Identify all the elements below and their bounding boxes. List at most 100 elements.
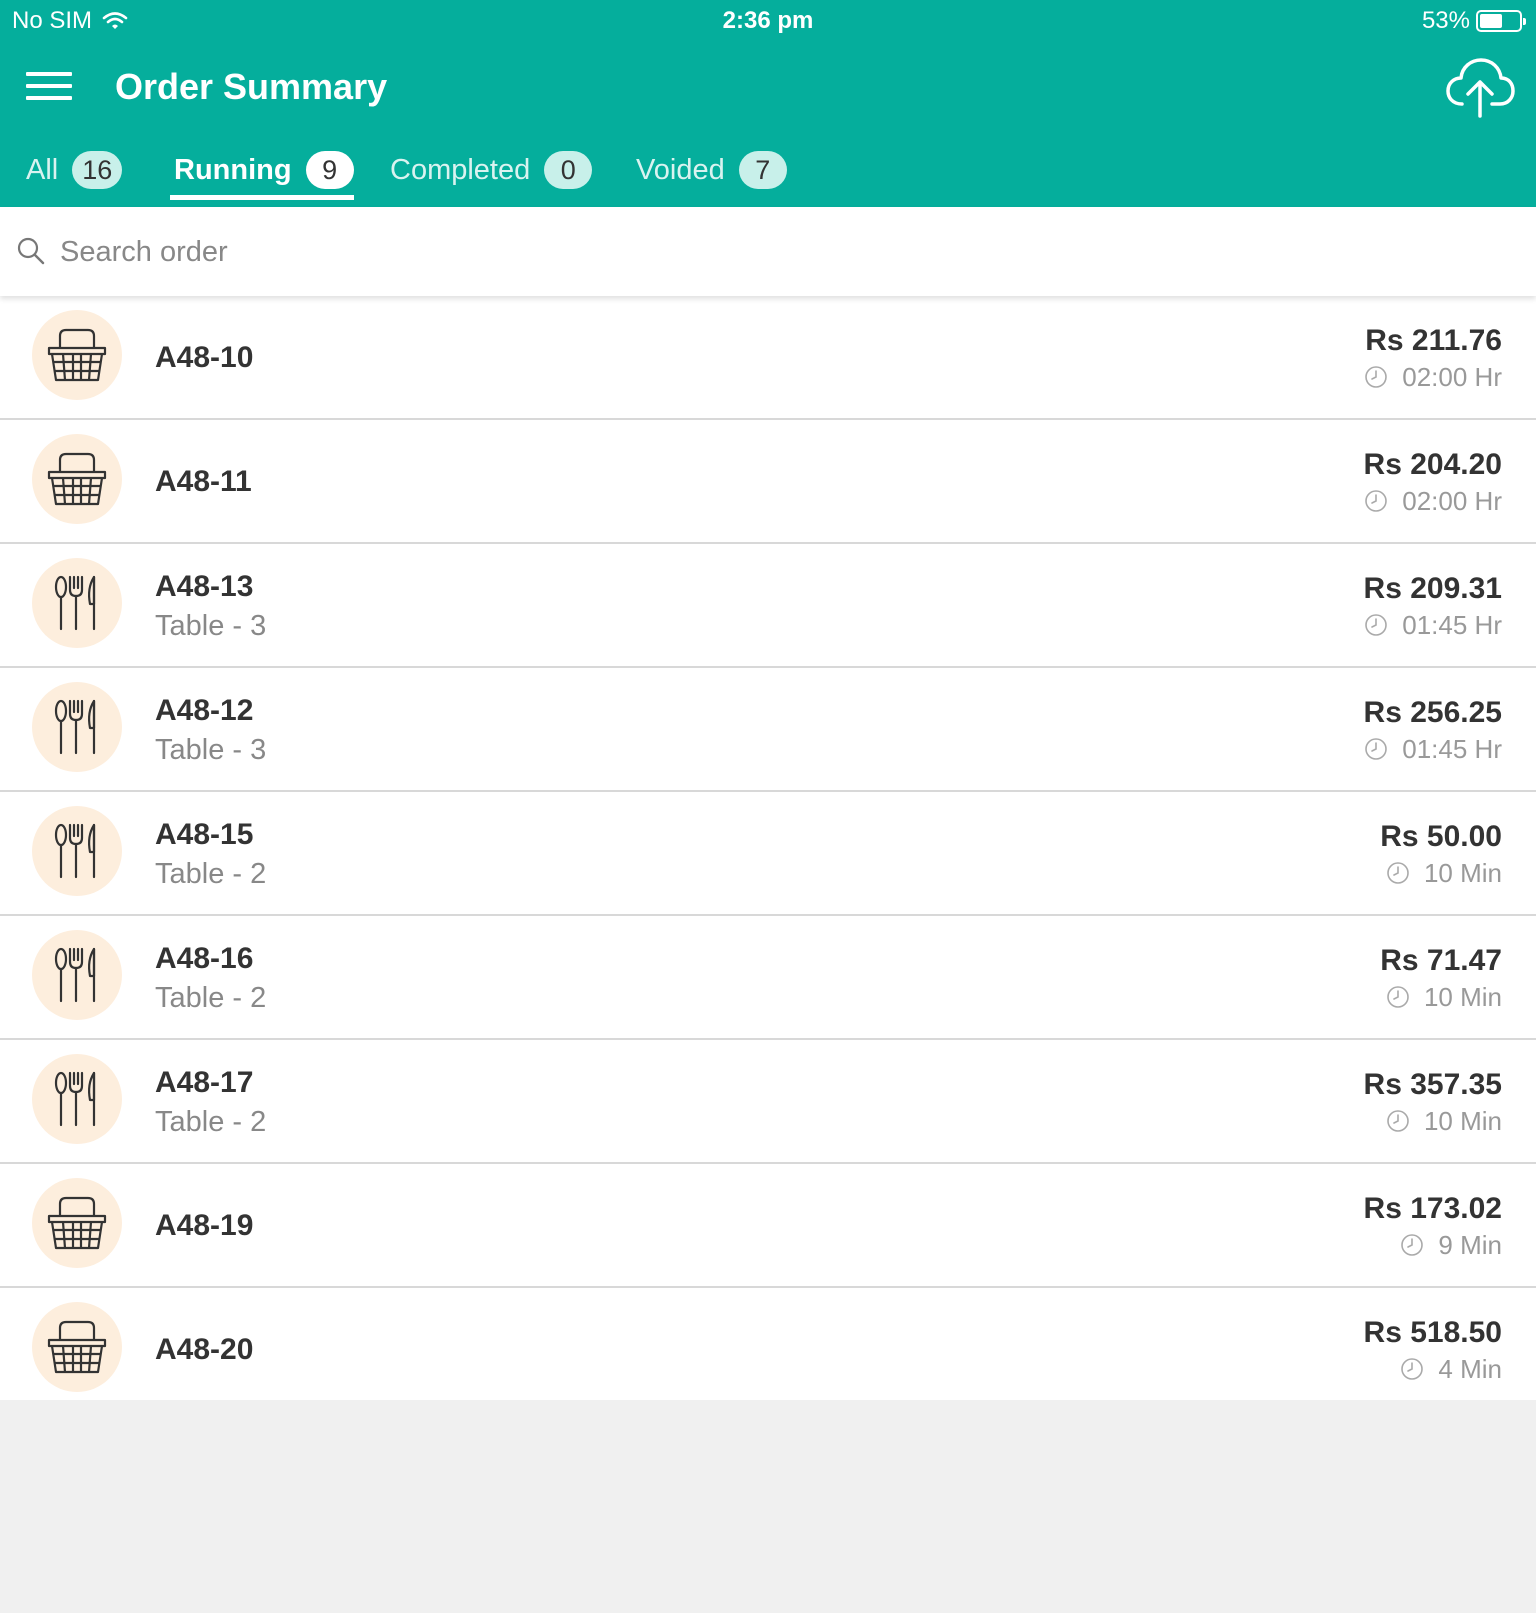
order-amount: Rs 173.02	[1363, 1191, 1502, 1225]
order-time-label: 01:45 Hr	[1402, 609, 1502, 640]
order-elapsed: 10 Min	[1386, 1106, 1502, 1137]
tab-label: Running	[174, 153, 292, 186]
cutlery-icon	[32, 1054, 122, 1144]
cutlery-icon	[32, 930, 122, 1020]
tab-count-badge: 7	[738, 151, 787, 189]
order-info: A48-12 Table - 3	[155, 668, 266, 792]
battery-status: 53%	[1422, 7, 1526, 35]
clock-icon	[1387, 862, 1409, 884]
tab-all[interactable]: All 16	[26, 140, 123, 200]
tab-count-badge: 0	[544, 151, 593, 189]
tab-count-badge: 16	[72, 151, 123, 189]
clock-icon	[1365, 738, 1388, 760]
tab-label: All	[26, 153, 59, 186]
order-summary: Rs 204.20 02:00 Hr	[1364, 420, 1502, 544]
order-time-label: 02:00 Hr	[1402, 361, 1502, 392]
order-row-a48-12[interactable]: A48-12 Table - 3 Rs 256.25 01:45 Hr	[0, 668, 1536, 792]
order-row-a48-20[interactable]: A48-20 Rs 518.50 4 Min	[0, 1288, 1536, 1400]
order-summary: Rs 50.00 10 Min	[1380, 792, 1502, 916]
cutlery-icon	[32, 682, 122, 772]
order-time-label: 02:00 Hr	[1402, 485, 1502, 516]
order-row-a48-11[interactable]: A48-11 Rs 204.20 02:00 Hr	[0, 420, 1536, 544]
order-row-a48-13[interactable]: A48-13 Table - 3 Rs 209.31 01:45 Hr	[0, 544, 1536, 668]
order-table: Table - 2	[155, 1105, 267, 1138]
order-amount: Rs 204.20	[1363, 447, 1502, 481]
order-id: A48-11	[155, 465, 252, 498]
order-amount: Rs 50.00	[1380, 819, 1502, 853]
order-row-a48-15[interactable]: A48-15 Table - 2 Rs 50.00 10 Min	[0, 792, 1536, 916]
order-time-label: 4 Min	[1438, 1353, 1502, 1384]
order-info: A48-20	[155, 1288, 253, 1412]
order-elapsed: 02:00 Hr	[1364, 362, 1502, 393]
clock-icon	[1401, 1358, 1424, 1380]
order-id: A48-13	[155, 569, 254, 603]
search-icon	[17, 237, 45, 265]
hamburger-menu-icon[interactable]	[26, 72, 72, 106]
order-info: A48-13 Table - 3	[155, 544, 266, 668]
app-bar: Order Summary	[0, 50, 1536, 130]
order-row-a48-10[interactable]: A48-10 Rs 211.76 02:00 Hr	[0, 296, 1536, 420]
order-id: A48-12	[155, 693, 254, 727]
order-elapsed: 01:45 Hr	[1364, 734, 1502, 765]
tab-label: Completed	[390, 153, 531, 186]
order-row-a48-19[interactable]: A48-19 Rs 173.02 9 Min	[0, 1164, 1536, 1288]
order-elapsed: 4 Min	[1400, 1354, 1502, 1385]
order-elapsed: 01:45 Hr	[1364, 610, 1502, 641]
cloud-upload-icon[interactable]	[1444, 54, 1516, 120]
battery-icon	[1476, 10, 1526, 32]
order-amount: Rs 518.50	[1363, 1315, 1502, 1349]
basket-icon	[32, 1302, 122, 1392]
order-amount: Rs 211.76	[1365, 323, 1502, 357]
order-summary: Rs 211.76 02:00 Hr	[1364, 296, 1502, 420]
order-time-label: 01:45 Hr	[1402, 733, 1502, 764]
order-tabs: All 16 Running 9 Completed 0 Voided 7	[0, 140, 1536, 207]
order-time-label: 10 Min	[1423, 1105, 1502, 1136]
order-row-a48-17[interactable]: A48-17 Table - 2 Rs 357.35 10 Min	[0, 1040, 1536, 1164]
order-amount: Rs 256.25	[1363, 695, 1502, 729]
order-info: A48-17 Table - 2	[155, 1040, 266, 1164]
order-info: A48-15 Table - 2	[155, 792, 266, 916]
basket-icon	[32, 310, 122, 400]
order-time-label: 10 Min	[1423, 981, 1502, 1012]
order-summary: Rs 518.50 4 Min	[1364, 1288, 1502, 1412]
order-info: A48-11	[155, 420, 252, 544]
clock-icon	[1401, 1234, 1424, 1256]
clock-icon	[1365, 490, 1388, 512]
tab-voided[interactable]: Voided 7	[636, 140, 787, 200]
order-id: A48-15	[155, 817, 254, 851]
order-amount: Rs 71.47	[1380, 943, 1502, 977]
status-time: 2:36 pm	[722, 7, 814, 34]
cutlery-icon	[32, 558, 122, 648]
order-table: Table - 3	[155, 733, 267, 766]
order-table: Table - 3	[155, 609, 267, 642]
order-summary: Rs 173.02 9 Min	[1364, 1164, 1502, 1288]
clock-icon	[1365, 614, 1388, 636]
tab-label: Voided	[636, 153, 725, 186]
order-amount: Rs 209.31	[1363, 571, 1502, 605]
app-header: No SIM 2:36 pm 53% Order Summary All 16	[0, 0, 1536, 207]
order-elapsed: 10 Min	[1386, 858, 1502, 889]
tab-completed[interactable]: Completed 0	[390, 140, 593, 200]
order-summary: Rs 71.47 10 Min	[1380, 916, 1502, 1040]
order-info: A48-16 Table - 2	[155, 916, 266, 1040]
order-time-label: 10 Min	[1423, 857, 1502, 888]
order-list: A48-10 Rs 211.76 02:00 Hr A48-11 Rs 204.…	[0, 296, 1536, 1400]
clock-icon	[1387, 1110, 1409, 1132]
order-id: A48-16	[155, 941, 254, 975]
order-row-a48-16[interactable]: A48-16 Table - 2 Rs 71.47 10 Min	[0, 916, 1536, 1040]
cutlery-icon	[32, 806, 122, 896]
order-info: A48-10	[155, 296, 253, 420]
order-summary: Rs 209.31 01:45 Hr	[1364, 544, 1502, 668]
tab-running[interactable]: Running 9	[174, 140, 354, 200]
basket-icon	[32, 434, 122, 524]
order-summary: Rs 256.25 01:45 Hr	[1364, 668, 1502, 792]
order-id: A48-17	[155, 1065, 254, 1099]
clock-icon	[1365, 366, 1388, 388]
order-amount: Rs 357.35	[1363, 1067, 1502, 1101]
tab-count-badge: 9	[305, 151, 354, 189]
order-time-label: 9 Min	[1438, 1229, 1502, 1260]
page-title: Order Summary	[115, 66, 388, 107]
search-input[interactable]	[60, 227, 1500, 277]
order-elapsed: 10 Min	[1386, 982, 1502, 1013]
basket-icon	[32, 1178, 122, 1268]
